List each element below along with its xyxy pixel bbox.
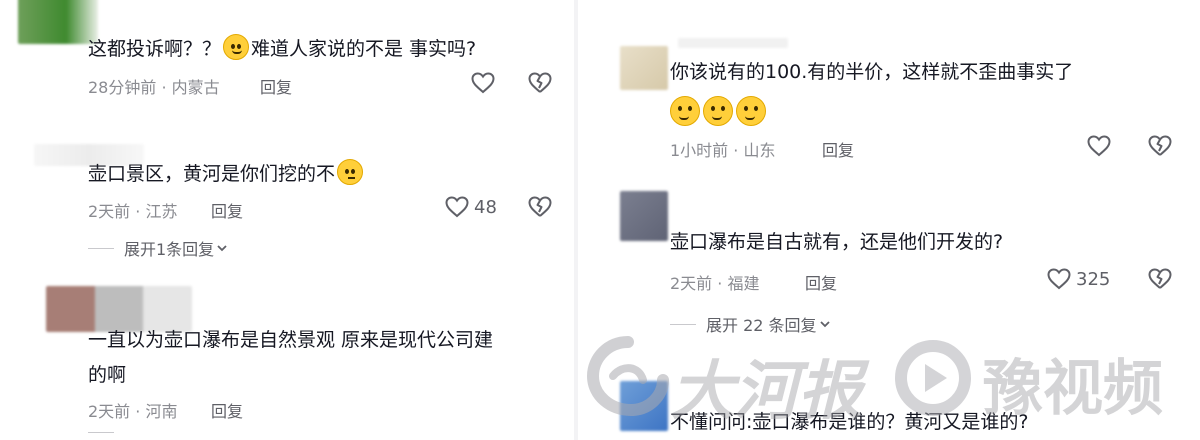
comment-meta: 1小时前 · 山东 (670, 141, 776, 160)
like-count: 325 (1076, 268, 1111, 290)
heart-outline-icon (1047, 268, 1071, 290)
dislike-button[interactable] (1147, 267, 1173, 295)
like-button[interactable]: 48 (444, 195, 497, 219)
comment-item: 这都投诉啊？？ 难道人家说的不是 事实吗? 28分钟前 · 内蒙古 回复 (0, 0, 578, 120)
like-button[interactable] (470, 71, 496, 95)
divider (88, 247, 114, 249)
comment-meta: 2天前 · 河南 (88, 402, 178, 421)
avatar-blur (678, 38, 788, 48)
comment-meta: 2天前 · 江苏 (88, 202, 178, 221)
dislike-button[interactable] (527, 71, 553, 99)
comment-text-line2: 的啊 (88, 364, 127, 386)
broken-heart-icon (1148, 135, 1172, 156)
dislike-button[interactable] (1147, 134, 1173, 162)
expand-replies-button-partial[interactable] (88, 432, 114, 433)
right-comment-panel: 你该说有的100.有的半价，这样就不歪曲事实了 1小时前 · 山东 回复 壶口瀑… (578, 0, 1200, 440)
chevron-down-icon (217, 245, 227, 252)
avatar[interactable] (620, 381, 668, 431)
heart-outline-icon (471, 72, 495, 94)
like-button[interactable]: 325 (1046, 267, 1110, 291)
comment-text: 不懂问问:壶口瀑布是谁的？黄河又是谁的? (670, 411, 1029, 433)
avatar[interactable] (18, 0, 98, 44)
like-button[interactable] (1086, 134, 1112, 158)
expand-replies-label: 展开1条回复 (124, 240, 215, 259)
comment-text: 这都投诉啊？？ 难道人家说的不是 事实吗? (88, 32, 476, 66)
comment-text: 壶口瀑布是自古就有，还是他们开发的? (670, 231, 1004, 253)
cold-sweat-emoji-icon (736, 96, 766, 126)
divider (88, 432, 114, 433)
emoji-row (670, 96, 766, 126)
reply-button[interactable]: 回复 (822, 137, 854, 161)
avatar[interactable] (620, 46, 668, 90)
comment-item: 你该说有的100.有的半价，这样就不歪曲事实了 1小时前 · 山东 回复 (578, 0, 1200, 185)
avatar[interactable] (620, 191, 668, 241)
dislike-button[interactable] (527, 195, 553, 223)
expand-replies-button[interactable]: 展开 22 条回复 (670, 312, 831, 336)
broken-heart-icon (1148, 268, 1172, 289)
expand-replies-label: 展开 22 条回复 (706, 316, 817, 335)
reply-button[interactable]: 回复 (211, 398, 243, 422)
comment-item: 一直以为壶口瀑布是自然景观 原来是现代公司建 的啊 2天前 · 河南 回复 (0, 280, 578, 440)
divider (670, 323, 696, 325)
cold-sweat-emoji-icon (670, 96, 700, 126)
comment-text: 壶口景区，黄河是你们挖的不 (88, 157, 364, 191)
laugh-cry-emoji-icon (223, 34, 250, 60)
reply-button[interactable]: 回复 (211, 198, 243, 222)
reply-button[interactable]: 回复 (805, 270, 837, 294)
comment-item: 不懂问问:壶口瀑布是谁的？黄河又是谁的? (578, 345, 1200, 440)
chevron-down-icon (819, 321, 830, 328)
heart-outline-icon (445, 196, 469, 218)
broken-heart-icon (528, 72, 552, 93)
comment-meta: 28分钟前 · 内蒙古 (88, 78, 220, 97)
left-comment-panel: 这都投诉啊？？ 难道人家说的不是 事实吗? 28分钟前 · 内蒙古 回复 壶口景区… (0, 0, 578, 440)
comment-meta: 2天前 · 福建 (670, 274, 760, 293)
comment-text: 你该说有的100.有的半价，这样就不歪曲事实了 (670, 61, 1074, 83)
cold-sweat-emoji-icon (703, 96, 733, 126)
reply-button[interactable]: 回复 (260, 74, 292, 98)
comment-item: 壶口景区，黄河是你们挖的不 2天前 · 江苏 回复 48 展开1条回复 (0, 120, 578, 280)
comment-text-line1: 一直以为壶口瀑布是自然景观 原来是现代公司建 (88, 329, 494, 351)
thinking-emoji-icon (337, 159, 364, 185)
like-count: 48 (474, 196, 497, 218)
heart-outline-icon (1087, 135, 1111, 157)
comment-item: 壶口瀑布是自古就有，还是他们开发的? 2天前 · 福建 回复 325 展开 22… (578, 185, 1200, 345)
broken-heart-icon (528, 196, 552, 217)
expand-replies-button[interactable]: 展开1条回复 (88, 236, 228, 260)
